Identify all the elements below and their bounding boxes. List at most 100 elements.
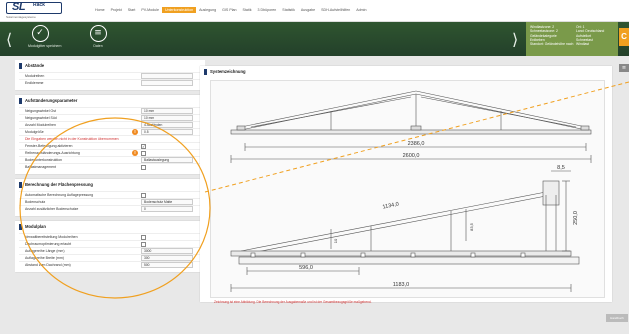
project-info-box: Windlastzone: 2 Schneelastzone: 2 Geländek… bbox=[526, 22, 618, 56]
row-label: Ballastmanagement bbox=[25, 165, 56, 169]
settings-row: Dachraumoptimierung erlaubt bbox=[19, 240, 201, 247]
info-line: Land: Deutschland bbox=[576, 29, 605, 34]
dim-front: 8,5 bbox=[557, 165, 565, 171]
menu-item[interactable]: Statik bbox=[240, 7, 255, 13]
dim-top-outer: 2600,0 bbox=[403, 153, 420, 159]
settings-section: Aufständerungsparameter Neigungswinkel Os… bbox=[15, 95, 205, 174]
data-button[interactable]: ≡ Daten bbox=[86, 25, 110, 48]
settings-row: Modulreihen bbox=[19, 72, 201, 79]
menu-item[interactable]: PV-Module bbox=[138, 7, 162, 13]
value-field[interactable] bbox=[141, 80, 193, 86]
dim-height-mid: 83,5 bbox=[469, 222, 474, 231]
dim-height-right: 250,0 bbox=[573, 211, 579, 225]
menu-item[interactable]: SDH-Aufstellhilfen bbox=[318, 7, 353, 13]
section-title: Aufständerungsparameter bbox=[19, 98, 201, 104]
collapse-tab[interactable]: C bbox=[619, 28, 629, 46]
checkbox[interactable] bbox=[141, 241, 146, 247]
drawing-side-frame bbox=[230, 180, 580, 265]
top-navigation: SL Rack Solarmontagesysteme Home Projekt S… bbox=[0, 0, 629, 22]
info-line: Standort: Geländehöhe nach bbox=[530, 42, 574, 47]
checkbox[interactable]: ✓ bbox=[141, 143, 146, 149]
info-column-left: Windlastzone: 2 Schneelastzone: 2 Geländek… bbox=[530, 25, 573, 46]
dim-top-inner: 2386,0 bbox=[408, 141, 425, 147]
settings-row: Auflagereihe Breite (mm) 300 bbox=[19, 254, 201, 261]
manual-tab[interactable]: Handbuch bbox=[606, 314, 628, 322]
drawing-panel: Systemzeichnung 2386,0 2600,0 1134,0 8,5… bbox=[200, 66, 612, 304]
menu-item[interactable]: Home bbox=[92, 7, 108, 13]
settings-row: Die Eingaben werden nicht in der Konstru… bbox=[19, 135, 201, 142]
logo-tagline: Solarmontagesysteme bbox=[6, 15, 36, 19]
menu-item[interactable]: Ausgabe bbox=[298, 7, 318, 13]
drawing-title: Systemzeichnung bbox=[204, 69, 246, 75]
main-menu: Home Projekt Start PV-Module Unterkonstrukti… bbox=[92, 7, 369, 13]
row-label: Die Eingaben werden nicht in der Konstru… bbox=[25, 137, 119, 141]
chevron-right-icon[interactable]: ⟩ bbox=[512, 30, 518, 49]
settings-row: Anzahl zusätzlicher Bodenschutze 0 bbox=[19, 205, 201, 212]
settings-row: Neigungswinkel Ost 10 mm bbox=[19, 107, 201, 114]
menu-item[interactable]: Admin bbox=[353, 7, 369, 13]
row-label: Automatische Berechnung Auflagepressung bbox=[25, 193, 94, 197]
chevron-left-icon[interactable]: ⟨ bbox=[6, 30, 12, 49]
dim-bottom-inner: 596,0 bbox=[299, 265, 313, 271]
row-label: Endklemme bbox=[25, 81, 44, 85]
settings-section: Modulplan Verwaltbereitstellung Modulreih… bbox=[15, 221, 205, 272]
drawing-top-frame bbox=[230, 90, 592, 135]
menu-item[interactable]: Unterkonstruktion bbox=[161, 7, 197, 13]
settings-section: Berechnung der Flächenpressung Automatisc… bbox=[15, 179, 205, 216]
data-label: Daten bbox=[93, 44, 103, 48]
section-title: Modulplan bbox=[19, 224, 201, 230]
row-label: Bodenschutz bbox=[25, 200, 46, 204]
settings-row: Automatische Berechnung Auflagepressung bbox=[19, 191, 201, 198]
row-label: Modulreihen bbox=[25, 74, 45, 78]
settings-section: Abstände Modulreihen Endklemme bbox=[15, 60, 205, 90]
value-field[interactable]: 500 bbox=[141, 262, 193, 268]
menu-item[interactable]: Projekt bbox=[108, 7, 125, 13]
menu-item[interactable]: 3 Dbüporen bbox=[255, 7, 280, 13]
drawing-side-dimensions bbox=[230, 170, 572, 292]
menu-item[interactable]: Auslegung bbox=[196, 7, 219, 13]
section-title: Berechnung der Flächenpressung bbox=[19, 182, 201, 188]
logo-text: SL bbox=[12, 1, 26, 13]
save-layout-button[interactable]: ✓ Modulgitter speichern bbox=[28, 25, 62, 48]
row-label: Auflagereihe Breite (mm) bbox=[25, 256, 64, 260]
database-icon: ≡ bbox=[89, 25, 107, 42]
side-menu-icon[interactable]: ≡ bbox=[619, 64, 629, 72]
settings-row: Bodenschutz Bodenschutz Matte bbox=[19, 198, 201, 205]
row-label: Fenster-Befestigung aktivieren bbox=[25, 144, 73, 148]
info-column-right: Ort: 1 Land: Deutschland Aufstellort Schnee… bbox=[576, 25, 604, 46]
info-line: Windlast bbox=[576, 42, 590, 47]
drawing-note: Zeichnung ist eine Abbildung. Die Berech… bbox=[214, 300, 372, 304]
row-label: Auflagereihe Länge (mm) bbox=[25, 249, 65, 253]
row-label: Reihenaufständerungs-Ausrichtung bbox=[25, 151, 80, 155]
checkbox[interactable] bbox=[141, 150, 146, 156]
settings-row: Modulgröße! 0.5 bbox=[19, 128, 201, 135]
row-label: Abstand zum Dachrand (mm) bbox=[25, 263, 71, 267]
settings-row: Bodenunterkonstruktion Ballastauslegung bbox=[19, 156, 201, 163]
settings-row: Fenster-Befestigung aktivieren ✓ bbox=[19, 142, 201, 149]
menu-item[interactable]: GIS Plan bbox=[219, 7, 239, 13]
row-label: Anzahl zusätzlicher Bodenschutze bbox=[25, 207, 79, 211]
row-label: Dachraumoptimierung erlaubt bbox=[25, 242, 72, 246]
system-drawing-svg: 2386,0 2600,0 1134,0 8,5 250,0 83,5 10 5… bbox=[230, 90, 592, 292]
checkbox[interactable] bbox=[141, 192, 146, 198]
logo-suffix: Rack bbox=[33, 2, 45, 8]
row-label: Neigungswinkel Süd bbox=[25, 116, 57, 120]
settings-row: Verwaltbereitstellung Modulreihen bbox=[19, 233, 201, 240]
row-label: Neigungswinkel Ost bbox=[25, 109, 56, 113]
checkbox[interactable] bbox=[141, 164, 146, 170]
dim-slope: 1134,0 bbox=[382, 202, 399, 211]
menu-item[interactable]: Statistik bbox=[279, 7, 298, 13]
settings-row: Auflagereihe Länge (mm) 3000 bbox=[19, 247, 201, 254]
settings-row: Ballastmanagement bbox=[19, 163, 201, 170]
dim-height-left: 10 bbox=[333, 238, 338, 243]
save-layout-label: Modulgitter speichern bbox=[28, 44, 62, 48]
row-label: Verwaltbereitstellung Modulreihen bbox=[25, 235, 78, 239]
logo[interactable]: SL Rack Solarmontagesysteme bbox=[6, 1, 62, 20]
checkbox[interactable] bbox=[141, 234, 146, 240]
value-field[interactable]: 0 bbox=[141, 206, 193, 212]
row-label: Anzahl Modulreihen bbox=[25, 123, 56, 127]
menu-item[interactable]: Start bbox=[125, 7, 139, 13]
settings-panel: Abstände Modulreihen Endklemme Aufständerun… bbox=[15, 60, 205, 334]
settings-row: Endklemme bbox=[19, 79, 201, 86]
check-circle-icon: ✓ bbox=[31, 25, 49, 42]
